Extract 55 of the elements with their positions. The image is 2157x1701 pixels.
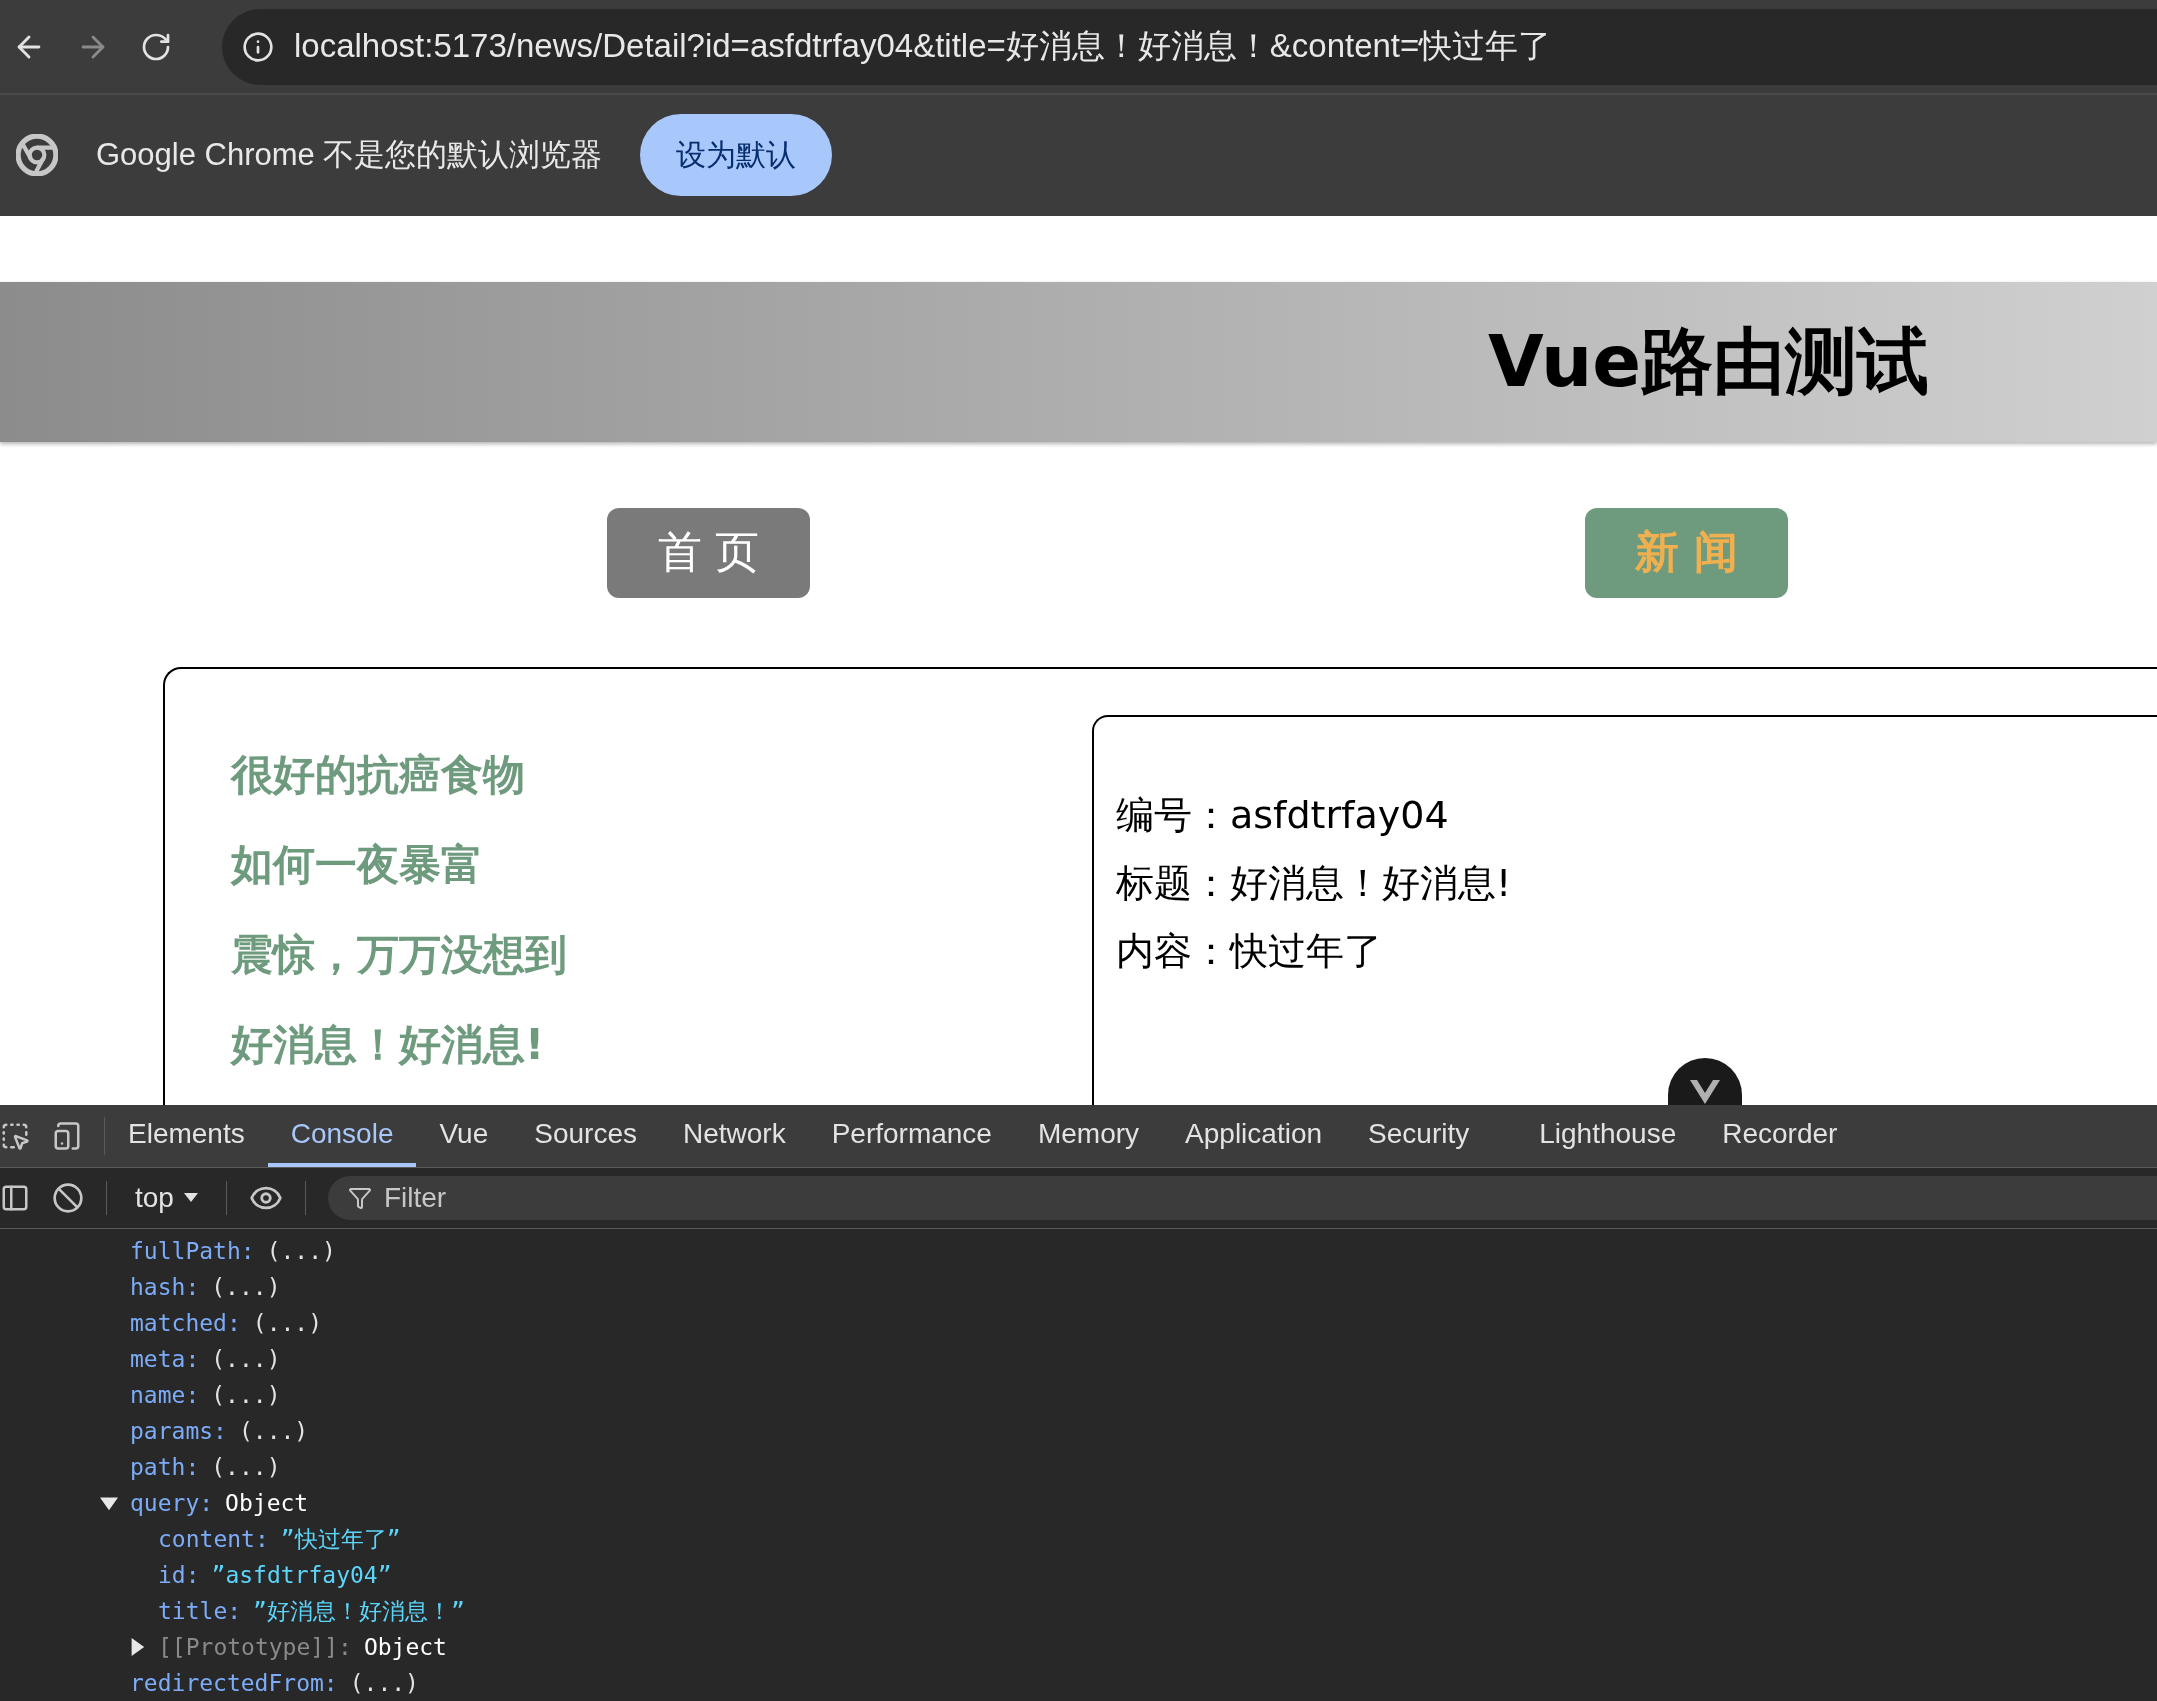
property-value: Object	[225, 1490, 309, 1516]
filter-icon	[347, 1186, 372, 1210]
devtools-tab[interactable]: Memory	[1014, 1105, 1163, 1167]
property-value: (...)	[211, 1346, 281, 1372]
detail-line: 编号：asfdtrfay04	[1116, 792, 1450, 837]
info-icon[interactable]	[242, 30, 274, 63]
address-bar[interactable]: localhost:5173/news/Detail?id=asfdtrfay04&title=好消息！好消息！&content=快过年了	[222, 8, 2157, 85]
property-key: redirectedFrom:	[130, 1670, 338, 1696]
set-default-button[interactable]: 设为默认	[640, 114, 833, 197]
devtools-tab[interactable]: Security	[1345, 1105, 1493, 1167]
property-value: ”快过年了”	[280, 1524, 401, 1554]
filter-field[interactable]: Filter	[327, 1176, 2157, 1220]
devtools-tab[interactable]: Elements	[105, 1105, 268, 1167]
property-key: params:	[130, 1418, 227, 1444]
inspect-icon[interactable]	[0, 1121, 30, 1151]
url-text: localhost:5173/news/Detail?id=asfdtrfay04&title=好消息！好消息！&content=快过年了	[294, 26, 1552, 67]
property-key: id:	[158, 1562, 200, 1588]
property-value: ”好消息！好消息！”	[253, 1596, 465, 1626]
devtools-tab[interactable]: Performance	[808, 1105, 1015, 1167]
property-value: (...)	[211, 1382, 281, 1408]
property-key: name:	[130, 1382, 200, 1408]
property-key: hash:	[130, 1274, 200, 1300]
property-key: meta:	[130, 1346, 200, 1372]
property-key: [[Prototype]]:	[158, 1634, 352, 1660]
property-value: (...)	[349, 1670, 419, 1696]
clear-console-icon[interactable]	[52, 1182, 84, 1214]
devtools-tab[interactable]: Network	[659, 1105, 809, 1167]
caret-icon	[183, 1193, 198, 1203]
property-value: (...)	[211, 1454, 281, 1480]
page-title: Vue路由测试	[1487, 317, 1930, 405]
property-key: fullPath:	[130, 1238, 255, 1264]
devtools-tab[interactable]: Lighthouse	[1516, 1105, 1700, 1167]
property-key: title:	[158, 1598, 242, 1624]
property-key: content:	[158, 1526, 269, 1552]
property-value: (...)	[211, 1274, 281, 1300]
sidebar-toggle-icon[interactable]	[0, 1183, 30, 1213]
property-key: matched:	[130, 1310, 241, 1336]
property-value: (...)	[252, 1310, 323, 1336]
property-key: path:	[130, 1454, 200, 1480]
infobar-message: Google Chrome 不是您的默认浏览器	[96, 136, 603, 175]
property-value: (...)	[266, 1238, 336, 1264]
context-selector[interactable]: top	[129, 1181, 204, 1215]
device-toolbar-icon[interactable]	[52, 1121, 82, 1151]
property-value: Object	[363, 1634, 447, 1660]
devtools-tab[interactable]: Sources	[511, 1105, 660, 1167]
property-value: (...)	[238, 1418, 309, 1444]
detail-line: 内容：快过年了	[1116, 928, 1383, 973]
devtools-tab[interactable]: Recorder	[1699, 1105, 1861, 1167]
nav-button[interactable]: 首 页	[607, 507, 810, 598]
browser-logo-icon	[16, 134, 58, 177]
property-key: query:	[130, 1490, 214, 1516]
devtools-tab[interactable]: Application	[1162, 1105, 1346, 1167]
detail-line: 标题：好消息！好消息!	[1116, 860, 1513, 905]
property-value: ”asfdtrfay04”	[211, 1562, 392, 1588]
devtools-tab[interactable]: Vue	[416, 1105, 512, 1167]
